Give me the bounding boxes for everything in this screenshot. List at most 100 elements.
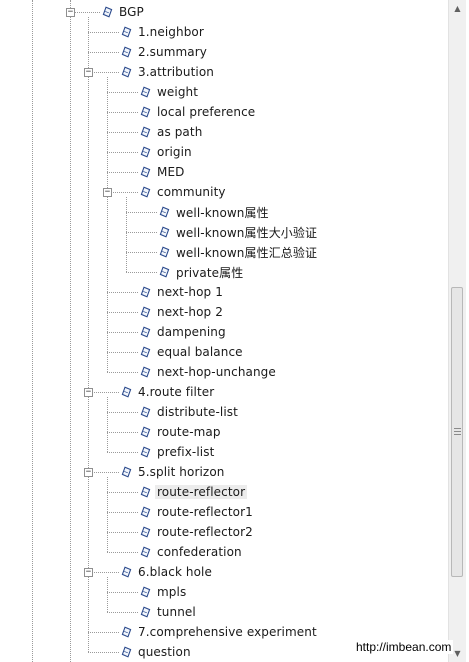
collapse-toggle[interactable]: − [84, 68, 93, 77]
tree-node[interactable]: well-known属性汇总验证 [159, 242, 317, 262]
tree-node[interactable]: well-known属性大小验证 [159, 222, 317, 242]
tree-branch-line [126, 252, 157, 253]
tree-node[interactable]: private属性 [159, 262, 243, 282]
tree-node[interactable]: prefix-list [140, 442, 214, 462]
leaf-node-icon [159, 226, 170, 238]
child-guide-line [88, 17, 89, 652]
leaf-node-icon [140, 186, 151, 198]
tree-node-label: route-reflector1 [157, 505, 253, 519]
tree-node[interactable]: dampening [140, 322, 226, 342]
scrollbar-thumb[interactable] [451, 287, 463, 577]
leaf-node-icon [121, 646, 132, 658]
tree-node-label: next-hop 1 [157, 285, 223, 299]
tree-branch-line [107, 612, 138, 613]
tree-branch-line [107, 372, 138, 373]
tree-node-label: well-known属性 [176, 205, 269, 220]
tree-node-label: 1.neighbor [138, 25, 204, 39]
collapse-toggle[interactable]: − [66, 8, 75, 17]
tree-node-label: 7.comprehensive experiment [138, 625, 317, 639]
tree-node[interactable]: 1.neighbor [121, 22, 204, 42]
child-guide-line [107, 77, 108, 372]
collapse-toggle[interactable]: − [84, 388, 93, 397]
tree-node-label: 6.black hole [138, 565, 212, 579]
tree-node[interactable]: distribute-list [140, 402, 238, 422]
tree-node[interactable]: next-hop-unchange [140, 362, 276, 382]
grip-icon [454, 428, 461, 437]
tree-node[interactable]: next-hop 1 [140, 282, 223, 302]
tree-node-label: route-reflector [155, 485, 248, 499]
tree-node[interactable]: community [140, 182, 226, 202]
tree-node[interactable]: 5.split horizon [121, 462, 224, 482]
leaf-node-icon [121, 46, 132, 58]
watermark-url: http://imbean.com [354, 640, 454, 654]
collapse-toggle[interactable]: − [103, 188, 112, 197]
leaf-node-icon [140, 406, 151, 418]
tree-node-label: as path [157, 125, 203, 139]
tree-node-label: local preference [157, 105, 256, 119]
leaf-node-icon [140, 446, 151, 458]
leaf-node-icon [121, 26, 132, 38]
leaf-node-icon [121, 626, 132, 638]
up-arrow-icon: ▲ [454, 4, 461, 13]
tree-node[interactable]: as path [140, 122, 202, 142]
tree-branch-line [107, 172, 138, 173]
tree-node[interactable]: route-reflector [140, 482, 248, 502]
tree-branch-line [107, 592, 138, 593]
leaf-node-icon [140, 346, 151, 358]
tree-node-label: equal balance [157, 345, 243, 359]
tree-node[interactable]: tunnel [140, 602, 196, 622]
tree-node[interactable]: BGP [102, 2, 144, 22]
tree-node[interactable]: equal balance [140, 342, 243, 362]
tree-node-label: tunnel [157, 605, 196, 619]
leaf-node-icon [140, 366, 151, 378]
tree-branch-line [107, 512, 138, 513]
tree-node[interactable]: 2.summary [121, 42, 207, 62]
leaf-node-icon [140, 526, 151, 538]
tree-node[interactable]: well-known属性 [159, 202, 269, 222]
tree-node[interactable]: question [121, 642, 191, 662]
tree-node-label: prefix-list [157, 445, 215, 459]
tree-node-label: origin [157, 145, 192, 159]
collapse-toggle[interactable]: − [84, 468, 93, 477]
tree-node[interactable]: 4.route filter [121, 382, 214, 402]
tree-node-label: BGP [119, 5, 144, 19]
tree-node[interactable]: route-reflector1 [140, 502, 253, 522]
tree-node[interactable]: weight [140, 82, 198, 102]
child-guide-line [107, 397, 108, 452]
tree-node-label: community [157, 185, 226, 199]
leaf-node-icon [140, 106, 151, 118]
tree-node[interactable]: mpls [140, 582, 186, 602]
vertical-scrollbar[interactable]: ▲ ▼ [448, 0, 466, 662]
leaf-node-icon [121, 386, 132, 398]
tree-node[interactable]: confederation [140, 542, 242, 562]
tree-node-label: question [138, 645, 191, 659]
collapse-toggle[interactable]: − [84, 568, 93, 577]
tree-node-label: well-known属性汇总验证 [176, 245, 318, 260]
tree-branch-line [107, 332, 138, 333]
leaf-node-icon [121, 566, 132, 578]
leaf-node-icon [140, 546, 151, 558]
tree-node[interactable]: route-map [140, 422, 221, 442]
tree-branch-line [107, 112, 138, 113]
leaf-node-icon [102, 6, 113, 18]
scroll-up-button[interactable]: ▲ [449, 0, 466, 17]
tree-node-label: distribute-list [157, 405, 238, 419]
tree-node[interactable]: 6.black hole [121, 562, 212, 582]
tree-node[interactable]: origin [140, 142, 192, 162]
tree-node-label: well-known属性大小验证 [176, 225, 318, 240]
tree-branch-line [107, 412, 138, 413]
child-guide-line [107, 577, 108, 612]
tree-branch-line [107, 452, 138, 453]
tree-node[interactable]: 7.comprehensive experiment [121, 622, 317, 642]
tree-node[interactable]: route-reflector2 [140, 522, 253, 542]
tree-branch-line [126, 212, 157, 213]
tree-node[interactable]: MED [140, 162, 184, 182]
tree-node[interactable]: next-hop 2 [140, 302, 223, 322]
tree-node[interactable]: local preference [140, 102, 255, 122]
tree-branch-line [88, 32, 119, 33]
bgp-tree-view[interactable]: BGP − 1.neighbor 2.summary 3.attribution −… [0, 0, 448, 662]
tree-node-label: 2.summary [138, 45, 207, 59]
tree-branch-line [107, 492, 138, 493]
tree-branch-line [107, 92, 138, 93]
tree-node[interactable]: 3.attribution [121, 62, 214, 82]
